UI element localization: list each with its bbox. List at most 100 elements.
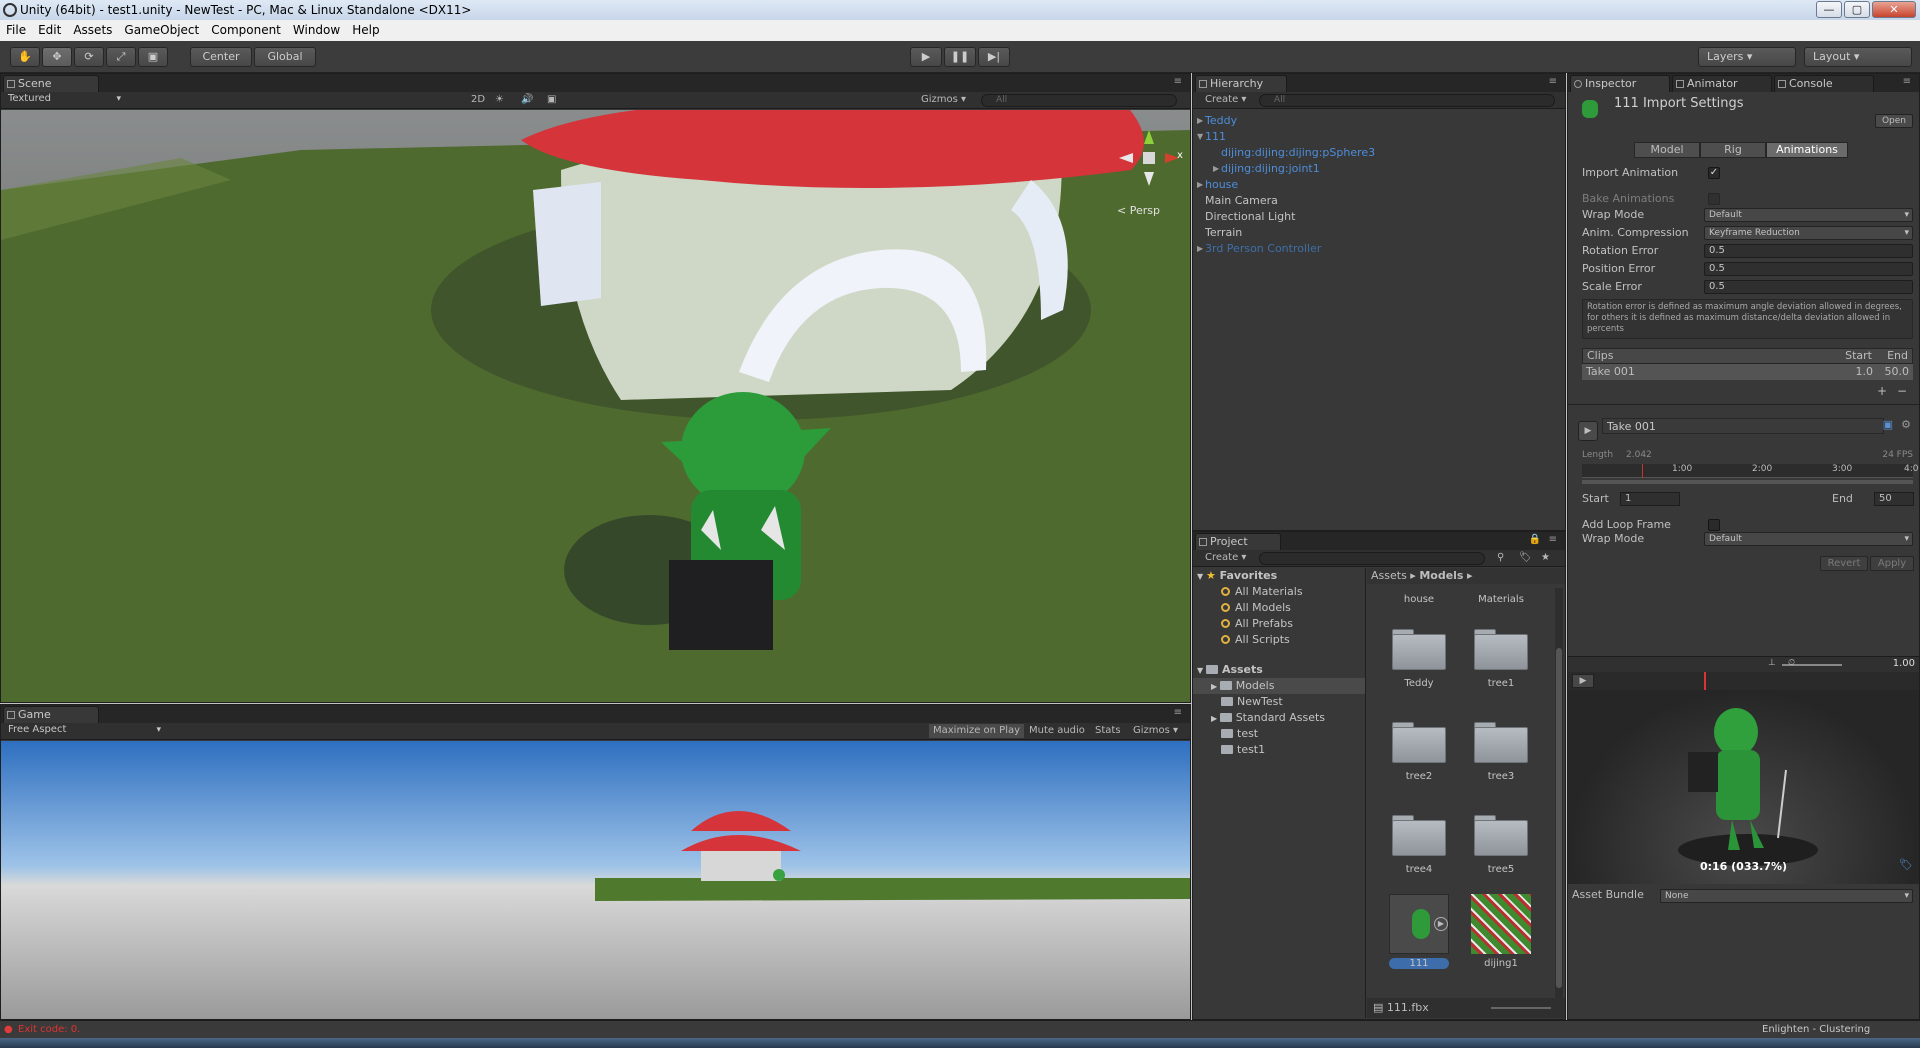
anim-compression-dropdown[interactable]: Keyframe Reduction (1704, 226, 1913, 240)
toggle-2d-button[interactable]: 2D (471, 92, 485, 108)
apply-button[interactable]: Apply (1870, 556, 1914, 571)
end-field[interactable]: 50 (1874, 492, 1914, 506)
subtab-rig[interactable]: Rig (1700, 142, 1766, 158)
menu-assets[interactable]: Assets (67, 20, 118, 41)
mute-audio-toggle[interactable]: Mute audio (1029, 723, 1085, 739)
game-viewport[interactable] (1, 741, 1190, 1019)
favorite-star-icon[interactable]: ★ (1541, 550, 1550, 566)
preview-playhead[interactable] (1704, 672, 1706, 690)
tag-icon[interactable]: 🏷 (1899, 858, 1913, 871)
hierarchy-item-directional-light[interactable]: Directional Light (1205, 209, 1295, 225)
remove-clip-button[interactable]: − (1897, 384, 1907, 398)
add-clip-button[interactable]: + (1877, 384, 1887, 398)
scene-search-input[interactable]: All (981, 94, 1177, 107)
layout-dropdown[interactable]: Layout ▾ (1804, 47, 1912, 67)
game-gizmos-dropdown[interactable]: Gizmos ▾ (1133, 723, 1178, 739)
folder-icon[interactable] (1472, 626, 1530, 670)
fold-arrow-icon[interactable]: ▶ (1197, 180, 1203, 189)
pause-button[interactable]: ❚❚ (944, 47, 976, 67)
play-button[interactable]: ▶ (910, 47, 942, 67)
fav-all-scripts[interactable]: All Scripts (1221, 632, 1290, 648)
clip-wrap-mode-dropdown[interactable]: Default (1704, 532, 1913, 546)
speed-icon[interactable]: ⏲ (1788, 658, 1795, 668)
menu-gameobject[interactable]: GameObject (118, 20, 205, 41)
panel-menu-icon[interactable]: ≡ (1549, 534, 1557, 545)
tab-project[interactable]: Project (1195, 533, 1281, 550)
scale-error-field[interactable]: 0.5 (1704, 280, 1913, 294)
assets-newtest-item[interactable]: NewTest (1221, 694, 1283, 710)
wrap-mode-dropdown[interactable]: Default (1704, 208, 1913, 222)
maximize-button[interactable]: ▢ (1844, 1, 1870, 18)
scale-tool-button[interactable]: ⤢ (106, 47, 136, 67)
clip-preview-play-button[interactable]: ▶ (1578, 421, 1598, 441)
aspect-dropdown[interactable]: Free Aspect (4, 724, 164, 738)
space-toggle[interactable]: Global (254, 47, 316, 67)
fav-all-prefabs[interactable]: All Prefabs (1221, 616, 1293, 632)
animation-preview[interactable]: 0:16 (033.7%) 🏷 (1568, 690, 1919, 884)
fold-arrow-icon[interactable]: ▶ (1197, 116, 1203, 125)
icon-size-slider[interactable] (1491, 1007, 1551, 1009)
tab-console[interactable]: Console (1774, 75, 1874, 92)
timeline-range-bar[interactable] (1582, 480, 1913, 484)
timeline-ruler[interactable]: 1:00 2:00 3:00 4:0 (1582, 464, 1918, 478)
model-thumbnail-111[interactable]: ▶ (1389, 894, 1449, 954)
import-animation-checkbox[interactable]: ✓ (1708, 167, 1720, 179)
persp-label[interactable]: < Persp (1117, 204, 1160, 217)
breadcrumb-models[interactable]: Models (1419, 569, 1463, 582)
tab-hierarchy[interactable]: Hierarchy (1195, 75, 1287, 92)
grid-item-tree4[interactable]: tree4 (1379, 864, 1459, 875)
fav-all-materials[interactable]: All Materials (1221, 584, 1303, 600)
filter-label-icon[interactable]: 🏷 (1519, 550, 1532, 566)
expand-icon[interactable]: ▶ (1434, 917, 1448, 931)
grid-item-house[interactable]: house (1379, 594, 1459, 605)
lock-icon[interactable]: 🔒 (1529, 534, 1541, 545)
stats-toggle[interactable]: Stats (1095, 723, 1121, 739)
hierarchy-item-joint1[interactable]: dijing:dijing:joint1 (1221, 161, 1320, 177)
fold-arrow-icon[interactable]: ▶ (1213, 164, 1219, 173)
hierarchy-item-terrain[interactable]: Terrain (1205, 225, 1242, 241)
menu-edit[interactable]: Edit (32, 20, 67, 41)
pivot-icon[interactable]: ⊥ (1768, 658, 1776, 668)
panel-menu-icon[interactable]: ≡ (1549, 76, 1557, 87)
grid-item-teddy[interactable]: Teddy (1379, 678, 1459, 689)
gizmos-dropdown[interactable]: Gizmos ▾ (921, 92, 966, 108)
fold-arrow-icon[interactable]: ▼ (1197, 132, 1203, 141)
tab-scene[interactable]: Scene (3, 75, 99, 92)
menu-window[interactable]: Window (287, 20, 346, 41)
start-field[interactable]: 1 (1620, 492, 1680, 506)
preview-play-button[interactable]: ▶ (1572, 674, 1594, 688)
add-loop-frame-checkbox[interactable] (1708, 519, 1720, 531)
lighting-icon[interactable]: ☀ (495, 92, 504, 108)
maximize-on-play-toggle[interactable]: Maximize on Play (929, 724, 1025, 738)
menu-help[interactable]: Help (346, 20, 385, 41)
panel-menu-icon[interactable]: ≡ (1174, 707, 1182, 718)
filter-type-icon[interactable]: ⚲ (1497, 550, 1504, 566)
step-button[interactable]: ▶| (978, 47, 1010, 67)
texture-thumbnail-dijing1[interactable] (1471, 894, 1531, 954)
tab-inspector[interactable]: Inspector (1570, 75, 1670, 92)
tab-animator[interactable]: Animator (1672, 75, 1772, 92)
hierarchy-item-111[interactable]: 111 (1205, 129, 1226, 145)
clip-row[interactable]: Take 001 1.0 50.0 (1582, 364, 1913, 380)
scrollbar-thumb[interactable] (1556, 648, 1562, 988)
orientation-gizmo[interactable]: x (1113, 128, 1185, 188)
revert-button[interactable]: Revert (1820, 556, 1868, 571)
folder-icon[interactable] (1472, 719, 1530, 763)
hierarchy-search-input[interactable]: All (1259, 94, 1555, 107)
close-button[interactable]: ✕ (1872, 1, 1916, 18)
grid-item-tree2[interactable]: tree2 (1379, 771, 1459, 782)
panel-menu-icon[interactable]: ≡ (1174, 76, 1182, 87)
assets-test1-item[interactable]: test1 (1221, 742, 1265, 758)
hierarchy-create-dropdown[interactable]: Create ▾ (1205, 92, 1246, 108)
assets-models-folder[interactable]: ▶ Models (1193, 678, 1365, 694)
hierarchy-item-teddy[interactable]: Teddy (1205, 113, 1237, 129)
hierarchy-item-main-camera[interactable]: Main Camera (1205, 193, 1278, 209)
bake-animations-checkbox[interactable] (1708, 193, 1720, 205)
asset-bundle-dropdown[interactable]: None (1660, 889, 1913, 903)
pivot-toggle[interactable]: Center (190, 47, 252, 67)
fav-all-models[interactable]: All Models (1221, 600, 1291, 616)
rect-tool-button[interactable]: ▣ (138, 47, 168, 67)
grid-item-tree5[interactable]: tree5 (1461, 864, 1541, 875)
grid-item-tree3[interactable]: tree3 (1461, 771, 1541, 782)
panel-menu-icon[interactable]: ≡ (1903, 76, 1911, 87)
